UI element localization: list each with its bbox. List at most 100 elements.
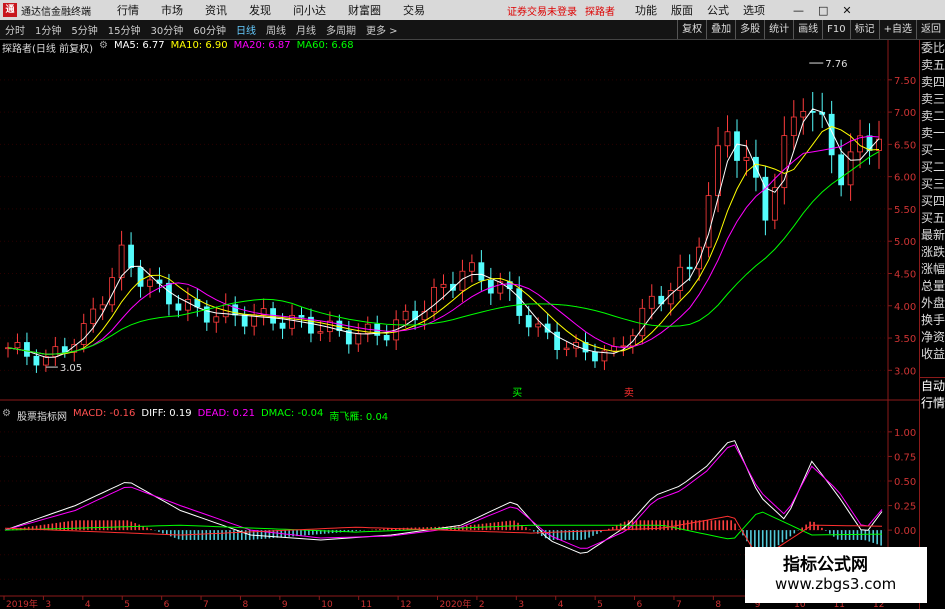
time-tick-label: 4 — [558, 600, 564, 609]
candle-body — [431, 286, 437, 312]
candle-body — [298, 315, 305, 318]
panel-item-weibi[interactable]: 委比 — [920, 40, 945, 57]
indicator-title: 股票指标网 — [16, 412, 67, 423]
time-tick-label: 7 — [676, 600, 682, 609]
candle-body — [696, 246, 703, 270]
watermark: 指标公式网 www.zbgs3.com — [745, 547, 927, 603]
candle-body — [563, 347, 570, 351]
panel-item-ask1[interactable]: 卖一 — [920, 125, 945, 142]
panel-item-auto[interactable]: 自动 — [920, 378, 945, 395]
low-label: 3.05 — [60, 363, 82, 374]
panel-item-bid2[interactable]: 买二 — [920, 159, 945, 176]
panel-item-ask5[interactable]: 卖五 — [920, 57, 945, 74]
sell-signal-label: 卖 — [624, 387, 634, 399]
time-tick-label: 6 — [637, 600, 643, 609]
candle-body — [525, 315, 532, 328]
panel-item-ask3[interactable]: 卖三 — [920, 91, 945, 108]
candle-body — [838, 154, 845, 186]
panel-item-ask2[interactable]: 卖二 — [920, 108, 945, 125]
price-tick-label: 6.50 — [894, 140, 916, 151]
panel-item-bid3[interactable]: 买三 — [920, 176, 945, 193]
back-button[interactable]: 返回 — [916, 20, 945, 39]
time-tick-label: 8 — [715, 600, 721, 609]
panel-item-last[interactable]: 最新 — [920, 227, 945, 244]
ma60-line — [7, 151, 880, 355]
quote-side-panel: 委比 卖五 卖四 卖三 卖二 卖一 买一 买二 买三 买四 买五 最新 涨跌 涨… — [919, 40, 945, 609]
panel-item-quotes[interactable]: 行情 — [920, 395, 945, 412]
price-tick-label: 5.50 — [894, 205, 916, 216]
legend-nfl: 南飞雁: 0.04 — [329, 412, 389, 423]
legend-macd: MACD: -0.16 — [72, 408, 136, 419]
watermark-url: www.zbgs3.com — [775, 575, 897, 593]
time-tick-label: 9 — [282, 600, 288, 609]
candle-body — [639, 307, 646, 337]
settings-icon[interactable]: ⚙ — [99, 40, 108, 54]
candle-body — [648, 295, 655, 309]
candle-body — [790, 116, 797, 137]
ma5-line — [7, 108, 880, 358]
price-tick-label: 6.00 — [894, 173, 916, 184]
legend-ma5: MA5: 6.77 — [113, 40, 165, 51]
candle-body — [383, 334, 390, 341]
price-tick-label: 4.00 — [894, 302, 916, 313]
kline-chart[interactable]: 3.00 3.50 4.00 4.50 5.00 5.50 6.00 6.50 7.00 7.50… — [0, 0, 919, 609]
indicator-tick-label: 0.50 — [894, 477, 916, 488]
price-tick-label: 7.50 — [894, 76, 916, 87]
panel-item-volume[interactable]: 总量 — [920, 278, 945, 295]
candle-body — [279, 322, 286, 329]
panel-item-earnings[interactable]: 收益 — [920, 346, 945, 363]
panel-item-outer-volume[interactable]: 外盘 — [920, 295, 945, 312]
panel-item-change-pct[interactable]: 涨幅 — [920, 261, 945, 278]
panel-item-net-assets[interactable]: 净资 — [920, 329, 945, 346]
candle-body — [14, 342, 21, 349]
indicator-tick-label: 0.00 — [894, 526, 916, 537]
panel-item-bid5[interactable]: 买五 — [920, 210, 945, 227]
candle-body — [128, 244, 134, 268]
main-chart-legend: 探路者(日线 前复权) ⚙ MA5: 6.77 MA10: 6.90 MA20:… — [2, 40, 354, 55]
main-chart-title: 探路者(日线 前复权) — [2, 44, 93, 55]
panel-item-bid1[interactable]: 买一 — [920, 142, 945, 159]
candle-body — [847, 151, 854, 186]
panel-item-turnover[interactable]: 换手 — [920, 312, 945, 329]
candle-body — [715, 145, 721, 197]
panel-item-ask4[interactable]: 卖四 — [920, 74, 945, 91]
candle-body — [686, 266, 693, 270]
indicator-tick-label: 0.75 — [894, 452, 916, 463]
candle-body — [620, 345, 627, 348]
legend-ma60: MA60: 6.68 — [296, 40, 354, 51]
candle-body — [866, 135, 873, 151]
indicator-legend: ⚙ 股票指标网 MACD: -0.16 DIFF: 0.19 DEAD: 0.2… — [2, 408, 389, 423]
watermark-title: 指标公式网 — [783, 555, 868, 575]
candle-body — [317, 331, 324, 334]
high-label: 7.76 — [825, 59, 847, 70]
candle-body — [175, 303, 182, 311]
candle-body — [184, 299, 191, 311]
indicator-tick-label: 1.00 — [894, 428, 916, 439]
legend-ma10: MA10: 6.90 — [170, 40, 228, 51]
legend-dead: DEAD: 0.21 — [197, 408, 255, 419]
candle-body — [99, 304, 106, 310]
time-tick-label: 2 — [479, 600, 485, 609]
time-tick-label: 5 — [124, 600, 130, 609]
candle-body — [800, 110, 807, 118]
price-tick-label: 3.00 — [894, 366, 916, 377]
candle-body — [402, 310, 409, 321]
candle-body — [147, 279, 153, 287]
candle-body — [516, 288, 523, 316]
candle-body — [592, 351, 598, 362]
candle-body — [734, 131, 740, 161]
time-tick-label: 11 — [361, 600, 372, 609]
settings-icon[interactable]: ⚙ — [2, 408, 11, 422]
candle-body — [52, 346, 59, 358]
panel-item-bid4[interactable]: 买四 — [920, 193, 945, 210]
candle-body — [469, 262, 475, 272]
candle-body — [80, 323, 87, 345]
candle-body — [478, 262, 485, 281]
candle-body — [535, 323, 542, 328]
price-tick-label: 4.50 — [894, 269, 916, 280]
candle-body — [724, 131, 731, 147]
candle-body — [90, 308, 97, 324]
panel-item-change[interactable]: 涨跌 — [920, 244, 945, 261]
time-tick-label: 2019年 — [6, 598, 38, 609]
candle-body — [61, 346, 68, 353]
